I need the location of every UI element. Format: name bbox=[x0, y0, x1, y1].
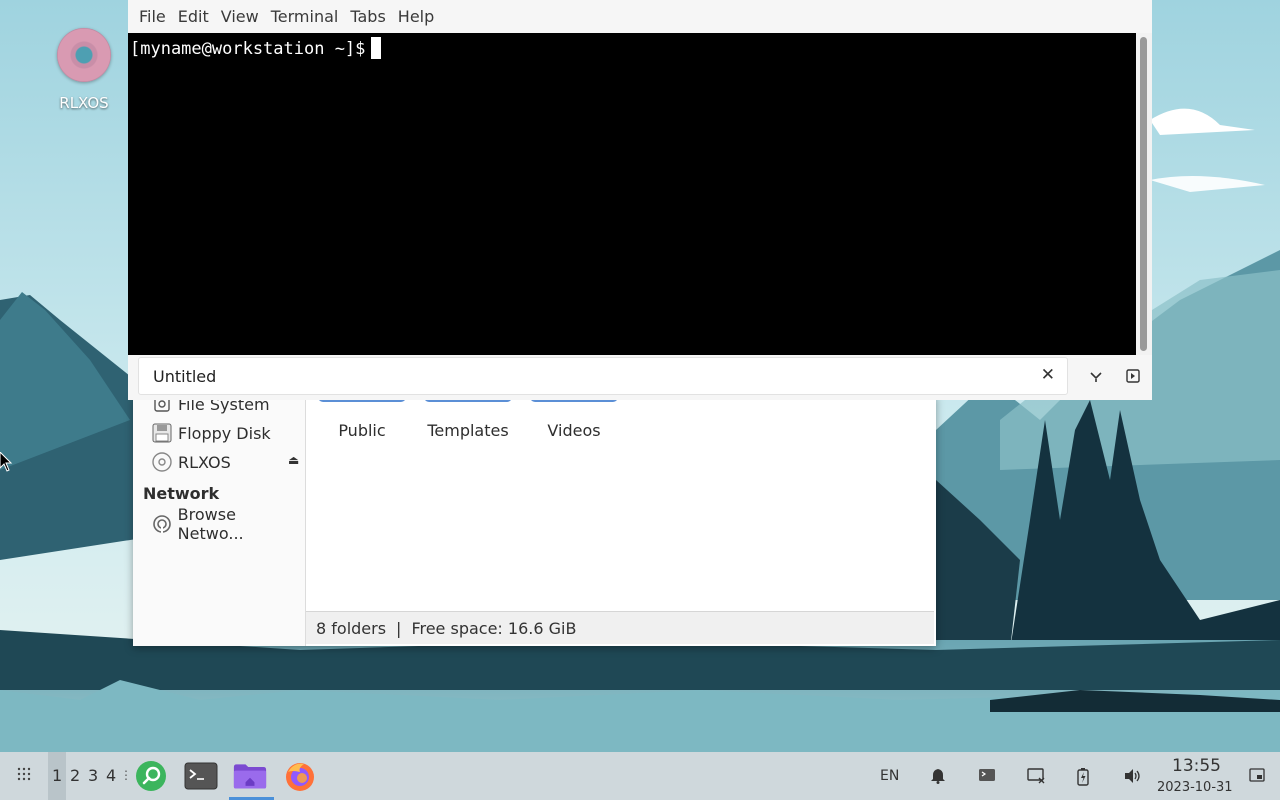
show-desktop-icon[interactable] bbox=[1249, 768, 1265, 786]
tab-untitled[interactable]: Untitled ✕ bbox=[138, 357, 1068, 395]
volume-icon[interactable] bbox=[1124, 768, 1142, 788]
folder-videos[interactable]: Videos bbox=[530, 421, 618, 440]
tab-list-chevron-icon[interactable] bbox=[1088, 368, 1104, 384]
menu-tabs[interactable]: Tabs bbox=[350, 7, 385, 26]
desktop-icon-label: RLXOS bbox=[59, 94, 109, 112]
network-icon bbox=[151, 513, 173, 535]
free-space: Free space: 16.6 GiB bbox=[411, 618, 577, 638]
floppy-icon bbox=[151, 422, 173, 444]
mouse-cursor-icon bbox=[0, 452, 13, 472]
sidebar-item-floppy-disk[interactable]: Floppy Disk bbox=[151, 421, 271, 445]
optical-disc-icon bbox=[151, 451, 173, 473]
menu-file[interactable]: File bbox=[139, 7, 166, 26]
sidebar-item-label: RLXOS bbox=[178, 452, 231, 472]
text-cursor bbox=[371, 37, 382, 59]
close-icon[interactable]: ✕ bbox=[1041, 365, 1055, 385]
sidebar-item-browse-network[interactable]: Browse Netwo... bbox=[151, 505, 305, 543]
clock-date[interactable]: 2023-10-31 bbox=[1157, 780, 1233, 795]
workspace-menu-icon[interactable]: ⋮ bbox=[120, 768, 132, 782]
menu-edit[interactable]: Edit bbox=[178, 7, 209, 26]
taskbar: 1 2 3 4 ⋮ EN 13:55 2023-10-31 bbox=[0, 752, 1280, 800]
new-tab-icon[interactable] bbox=[1125, 368, 1141, 384]
sidebar-item-rlxos[interactable]: RLXOS bbox=[151, 450, 231, 474]
sidebar: File System Floppy Disk RLXOS ⏏ Network … bbox=[133, 395, 306, 646]
workspace-3[interactable]: 3 bbox=[88, 766, 98, 785]
battery-icon[interactable] bbox=[1077, 768, 1089, 790]
status-bar: 8 folders | Free space: 16.6 GiB bbox=[306, 611, 934, 644]
shell-prompt: [myname@workstation ~]$ bbox=[130, 39, 366, 59]
terminal-window: File Edit View Terminal Tabs Help [mynam… bbox=[128, 0, 1152, 400]
sidebar-item-label: Browse Netwo... bbox=[177, 505, 244, 543]
language-indicator[interactable]: EN bbox=[880, 768, 899, 784]
file-manager-window: File System Floppy Disk RLXOS ⏏ Network … bbox=[133, 395, 936, 646]
terminal-output[interactable]: [myname@workstation ~]$ bbox=[128, 33, 1136, 355]
tab-title: Untitled bbox=[153, 367, 217, 386]
search-app-icon[interactable] bbox=[134, 760, 168, 792]
terminal-app-icon[interactable] bbox=[184, 760, 218, 792]
sidebar-heading-network: Network bbox=[143, 484, 220, 503]
menu-help[interactable]: Help bbox=[398, 7, 434, 26]
file-manager-app-icon[interactable] bbox=[233, 760, 267, 792]
desktop-icon-rlxos[interactable]: RLXOS bbox=[50, 28, 118, 112]
status-separator: | bbox=[396, 618, 402, 638]
sidebar-item-label: Floppy Disk bbox=[178, 423, 271, 443]
terminal-tabbar: Untitled ✕ bbox=[128, 355, 1152, 400]
terminal-tray-icon[interactable] bbox=[978, 768, 996, 786]
folder-templates[interactable]: Templates bbox=[418, 421, 518, 440]
terminal-menubar: File Edit View Terminal Tabs Help bbox=[128, 0, 1152, 33]
workspace-4[interactable]: 4 bbox=[106, 766, 116, 785]
folder-count: 8 folders bbox=[316, 618, 387, 638]
menu-view[interactable]: View bbox=[221, 7, 259, 26]
terminal-scrollbar[interactable] bbox=[1136, 33, 1152, 355]
folder-public[interactable]: Public bbox=[318, 421, 406, 440]
menu-terminal[interactable]: Terminal bbox=[271, 7, 339, 26]
clock-time[interactable]: 13:55 bbox=[1172, 756, 1221, 776]
disc-icon bbox=[57, 28, 111, 82]
display-icon[interactable] bbox=[1027, 768, 1045, 788]
folder-view: Public Templates Videos bbox=[306, 395, 936, 611]
eject-icon[interactable]: ⏏ bbox=[288, 453, 299, 467]
bell-icon[interactable] bbox=[930, 768, 946, 788]
app-grid-icon[interactable] bbox=[17, 766, 31, 785]
firefox-app-icon[interactable] bbox=[283, 760, 317, 792]
scrollbar-thumb[interactable] bbox=[1140, 37, 1147, 351]
workspace-2[interactable]: 2 bbox=[70, 766, 80, 785]
workspace-1[interactable]: 1 bbox=[52, 766, 62, 785]
